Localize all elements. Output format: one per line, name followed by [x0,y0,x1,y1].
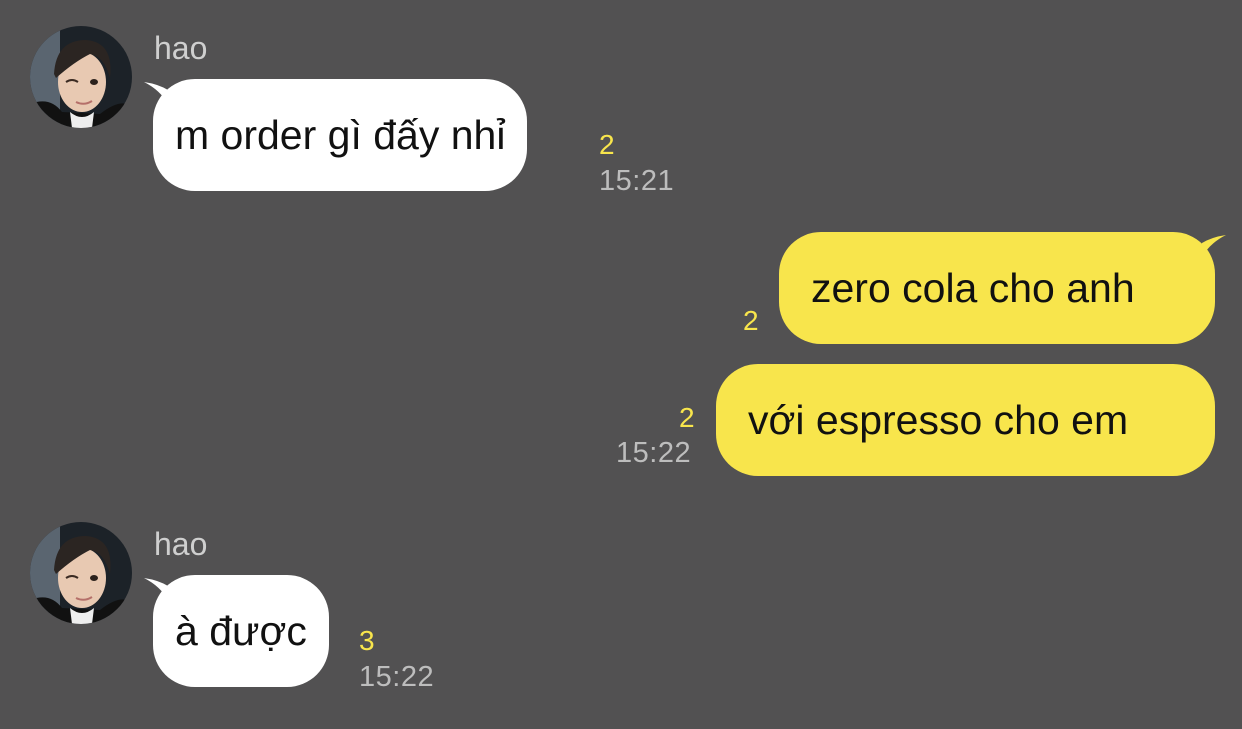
message-text: à được [175,607,307,654]
avatar-photo [30,522,132,624]
sender-name: hao [154,526,208,562]
message-timestamp: 15:22 [359,661,435,693]
unread-count: 2 [679,402,695,433]
message-text: với espresso cho em [748,396,1129,443]
unread-count: 3 [359,625,375,656]
message-text: m order gì đấy nhỉ [175,111,506,158]
outgoing-message-bubble[interactable]: zero cola cho anh [779,232,1215,344]
unread-count: 2 [599,129,615,160]
outgoing-message-bubble[interactable]: với espresso cho em [716,364,1215,476]
message-timestamp: 15:21 [599,165,675,197]
message-text: zero cola cho anh [811,264,1135,311]
outgoing-bubble-tail [1202,235,1226,257]
avatar[interactable] [30,522,132,624]
chat-window: hao m order gì đấy nhỉ 2 15:21 2 zero co… [0,0,1242,729]
unread-count: 2 [743,305,759,336]
sender-name: hao [154,30,208,66]
avatar[interactable] [30,26,132,128]
incoming-message-bubble[interactable]: m order gì đấy nhỉ [153,79,528,191]
avatar-photo [30,26,132,128]
message-timestamp: 15:22 [616,437,692,469]
incoming-message-bubble[interactable]: à được [153,575,329,687]
